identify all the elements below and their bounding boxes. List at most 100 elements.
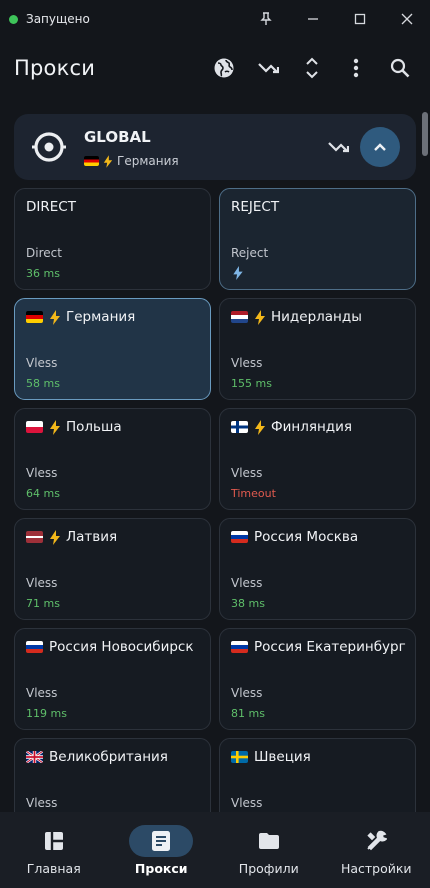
status-dot-icon (9, 14, 18, 24)
proxy-type: Vless (26, 356, 58, 370)
proxy-card[interactable]: Финляндия Vless Timeout (219, 408, 416, 510)
status-text: Запущено (26, 12, 90, 26)
group-selected-proxy: Германия (84, 154, 179, 168)
flag-gb-icon (26, 751, 43, 763)
proxy-card[interactable]: Россия Новосибирск Vless 119 ms (14, 628, 211, 730)
article-icon (129, 825, 194, 857)
proxy-name: Россия Новосибирск (26, 639, 194, 655)
nav-item-1[interactable]: Прокси (108, 812, 216, 888)
bolt-icon (255, 419, 265, 435)
proxy-name-label: Нидерланды (271, 309, 362, 325)
bolt-icon (255, 309, 265, 325)
proxy-card[interactable]: Польша Vless 64 ms (14, 408, 211, 510)
chevron-up-icon (374, 143, 386, 151)
proxy-name: Россия Москва (231, 529, 358, 545)
proxy-type: Vless (231, 796, 263, 810)
flag-de-icon (84, 156, 99, 166)
close-button[interactable] (383, 0, 430, 38)
proxy-type: Vless (231, 686, 263, 700)
proxy-name: Россия Екатеринбург (231, 639, 406, 655)
proxy-delay: 38 ms (231, 597, 265, 610)
proxy-type: Vless (26, 466, 58, 480)
expand-collapse-button[interactable] (290, 48, 334, 88)
more-options-button[interactable] (334, 48, 378, 88)
proxy-type: Vless (231, 466, 263, 480)
flag-ru-icon (231, 641, 248, 653)
proxy-card[interactable]: DIRECT Direct 36 ms (14, 188, 211, 290)
proxy-name: Швеция (231, 749, 311, 765)
proxy-name-label: Россия Москва (254, 529, 359, 545)
proxy-delay: 71 ms (26, 597, 60, 610)
minimize-button[interactable] (289, 0, 336, 38)
nav-item-0[interactable]: Главная (0, 812, 108, 888)
nav-label: Настройки (340, 861, 412, 876)
search-icon (390, 58, 410, 78)
proxy-card[interactable]: Швеция Vless (219, 738, 416, 812)
proxy-name: REJECT (231, 199, 279, 215)
proxy-group-card[interactable]: GLOBAL Германия (14, 114, 416, 180)
proxy-name-label: Швеция (254, 749, 311, 765)
scrollbar-thumb[interactable] (422, 112, 428, 156)
flag-pl-icon (26, 421, 43, 433)
group-speed-test-button[interactable] (326, 135, 350, 159)
proxy-type: Vless (26, 686, 58, 700)
pin-icon (259, 12, 272, 25)
proxy-type: Vless (26, 576, 58, 590)
proxy-name-label: Россия Новосибирск (49, 639, 194, 655)
proxy-card[interactable]: Россия Екатеринбург Vless 81 ms (219, 628, 416, 730)
proxy-type: Vless (231, 576, 263, 590)
globe-button[interactable] (202, 48, 246, 88)
proxy-card[interactable]: Великобритания Vless (14, 738, 211, 812)
page-header: Прокси (0, 48, 430, 88)
proxy-delay: 64 ms (26, 487, 60, 500)
bolt-icon (50, 309, 60, 325)
expand-collapse-icon (306, 57, 318, 79)
title-bar: Запущено (0, 0, 430, 38)
proxy-type: Vless (26, 796, 58, 810)
maximize-button[interactable] (336, 0, 383, 38)
page-title: Прокси (14, 56, 96, 80)
bolt-icon (103, 154, 113, 168)
proxy-type: Reject (231, 246, 269, 260)
proxy-name: Финляндия (231, 419, 352, 435)
header-actions (202, 48, 422, 88)
group-name: GLOBAL (84, 128, 151, 146)
proxy-name: Нидерланды (231, 309, 362, 325)
flag-ru-icon (231, 531, 248, 543)
more-vert-icon (353, 58, 359, 78)
scrollbar[interactable] (420, 100, 430, 800)
proxy-name-label: Польша (66, 419, 122, 435)
dashboard-icon (22, 825, 86, 857)
proxy-card[interactable]: Латвия Vless 71 ms (14, 518, 211, 620)
nav-item-3[interactable]: Настройки (323, 812, 430, 888)
proxy-name: Польша (26, 419, 122, 435)
proxy-name-label: DIRECT (26, 199, 76, 215)
tools-icon (344, 825, 408, 857)
bottom-navigation: Главная Прокси Профили Настройки (0, 812, 430, 888)
proxy-card[interactable]: REJECT Reject (219, 188, 416, 290)
global-target-icon (32, 132, 66, 162)
nav-item-2[interactable]: Профили (215, 812, 323, 888)
flag-de-icon (26, 311, 43, 323)
proxy-delay: 58 ms (26, 377, 60, 390)
pin-button[interactable] (242, 0, 289, 38)
minimize-icon (307, 18, 318, 20)
proxy-delay: 119 ms (26, 707, 67, 720)
proxy-delay: Timeout (231, 487, 276, 500)
proxy-card[interactable]: Германия Vless 58 ms (14, 298, 211, 400)
proxy-name-label: Великобритания (49, 749, 168, 765)
proxy-type: Direct (26, 246, 62, 260)
group-collapse-button[interactable] (360, 127, 400, 167)
speed-test-button[interactable] (246, 48, 290, 88)
folder-icon (237, 825, 301, 857)
proxy-card[interactable]: Нидерланды Vless 155 ms (219, 298, 416, 400)
proxy-name: Латвия (26, 529, 117, 545)
nav-label: Главная (26, 861, 81, 876)
bolt-icon (50, 419, 60, 435)
maximize-icon (354, 13, 365, 25)
search-button[interactable] (378, 48, 422, 88)
proxy-type: Vless (231, 356, 263, 370)
proxy-delay: 81 ms (231, 707, 265, 720)
proxy-card[interactable]: Россия Москва Vless 38 ms (219, 518, 416, 620)
flag-fi-icon (231, 421, 248, 433)
